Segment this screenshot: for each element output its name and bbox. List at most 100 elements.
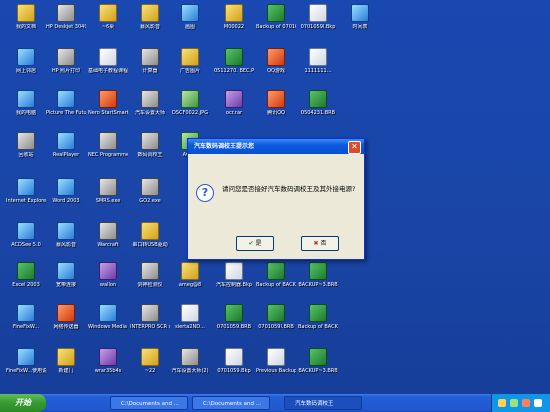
desktop-icon[interactable]: Windows Media Player [88,304,128,330]
desktop-icon[interactable]: 计算器 [130,48,170,74]
desktop-icon[interactable]: 暴风影音 [130,4,170,30]
desktop-icon[interactable]: wallon [88,262,128,288]
desktop-icon-label: 串口转USB驱动 [132,242,168,248]
desktop-icon-label: RealPlayer [52,152,80,158]
desktop-icon-label: Word 2003 [52,198,80,204]
desktop-icon[interactable]: 0701059l.BRB [256,304,296,330]
app-icon [99,262,117,280]
desktop-icon[interactable]: 0511270. BEC.PCB [214,48,254,74]
desktop-icon[interactable]: 网上邻居 [6,48,46,74]
desktop-icon[interactable]: 广告图片 [170,48,210,74]
desktop-icon[interactable]: 汽车设置大师 [130,90,170,116]
ie-icon [17,178,35,196]
document-icon [99,48,117,66]
desktop-icon[interactable]: HP Deskjet 3040 Ser... [46,4,86,30]
file-icon [267,348,285,366]
desktop-icon[interactable]: 时间表 [340,4,380,30]
desktop-icon[interactable]: Picture The Future(英) [46,90,86,116]
taskbar-item[interactable]: 汽车数码调校王 [284,396,362,410]
desktop-icon[interactable]: 1111111... [298,48,338,74]
desktop-icon[interactable]: 0504231.BRB [298,90,338,116]
desktop-icon[interactable]: SMRS.exe [88,178,128,204]
desktop-icon[interactable]: 我的文档 [6,4,46,30]
desktop-icon[interactable]: 基础电子教程课程测试 [88,48,128,74]
desktop-icon[interactable]: 回收站 [6,132,46,158]
desktop-icon[interactable]: Backup of BACKUP.PCB [256,262,296,288]
yes-button[interactable]: ✔ 是 [236,236,274,251]
desktop-icon[interactable]: 汽车控制器.Bkp [214,262,254,288]
taskbar-item[interactable]: C:\Documents and ... [192,396,270,410]
desktop-icon[interactable]: 画图 [170,4,210,30]
desktop-icon[interactable]: HP 照片打印 [46,48,86,74]
desktop-icon[interactable]: Warcraft [88,222,128,248]
desktop-icon-label: 网络传送器 [53,324,79,330]
desktop-icon[interactable]: 腾讯QQ [256,90,296,116]
desktop-icon-label: 0701059.BRB [216,324,252,330]
desktop-icon[interactable]: wrar35b4s [88,348,128,374]
desktop-icon[interactable]: ocr.rar [214,90,254,116]
game-icon [99,222,117,240]
desktop-icon[interactable]: QQ游戏 [256,48,296,74]
photo-print-icon [57,48,75,66]
desktop-icon[interactable]: 新建门 [46,348,86,374]
desktop-icon[interactable]: 数码调校王 [130,132,170,158]
desktop-icon[interactable]: Nero StartSmart [88,90,128,116]
exe-icon [99,178,117,196]
desktop-icon[interactable]: ameg@8 [170,262,210,288]
folder-icon [99,4,117,22]
desktop-icon[interactable]: Internet Explorer [6,178,46,204]
tray-icon[interactable] [498,399,506,407]
desktop-icon-label: INTERPRO SCR series [130,324,170,330]
desktop-icon[interactable]: 0701059.Bkp [214,348,254,374]
desktop-icon-label: 网上邻居 [15,68,36,74]
desktop-icon[interactable]: FineFixW... [6,304,46,330]
tray-icon[interactable] [510,399,518,407]
desktop-icon-label: 回收站 [18,152,34,158]
close-icon[interactable]: ✕ [348,141,361,154]
tool-icon [141,262,159,280]
desktop-icon[interactable]: 暴风影音 [46,222,86,248]
file-icon [225,348,243,366]
desktop-icon[interactable]: FineFixW...使用说明 [6,348,46,374]
desktop-icon[interactable]: 宽带连接 [46,262,86,288]
desktop-icon[interactable]: INTERPRO SCR series [130,304,170,330]
desktop-icon[interactable]: sierta2ND... [170,304,210,330]
question-icon: ? [196,184,214,202]
desktop-icon[interactable]: ~22 [130,348,170,374]
desktop-icon-label: BACKUP~3.BRB [298,368,338,374]
desktop-icon[interactable]: 剑神检测仪 [130,262,170,288]
desktop-icon[interactable]: BACKUP~3.BRB [298,348,338,374]
desktop-icon[interactable]: ~6桌 [88,4,128,30]
computer-icon [17,90,35,108]
network-icon [57,262,75,280]
desktop-icon[interactable]: 汽车设置大师(2) [170,348,210,374]
tray-icon[interactable] [522,399,530,407]
desktop-icon[interactable]: GO2.exe [130,178,170,204]
desktop-icon[interactable]: BACKUP~3.BRB [298,262,338,288]
desktop-icon[interactable]: 0701059.BRB [214,304,254,330]
desktop-icon[interactable]: Previous Backup o... [256,348,296,374]
desktop-icon-label: 计算器 [142,68,158,74]
desktop-icon-label: ameg@8 [178,282,202,288]
taskbar-item[interactable]: C:\Documents and ... [110,396,188,410]
desktop-icon[interactable]: Excel 2003 [6,262,46,288]
desktop-icon[interactable]: 网络传送器 [46,304,86,330]
desktop-icon[interactable]: DSCF0022.JPG [170,90,210,116]
desktop-icon-label: ocr.rar [225,110,243,116]
desktop-icon[interactable]: NEC Programmer [88,132,128,158]
desktop-icon[interactable]: Backup of BACKUP~3.BRB [298,304,338,330]
file-icon [225,262,243,280]
start-button[interactable]: 开始 [0,394,46,412]
desktop-icon[interactable]: 0701059l.Bkp [298,4,338,30]
desktop-icon[interactable]: Backup of 0701059.PCB [256,4,296,30]
tray-icon[interactable] [534,399,542,407]
desktop-icon[interactable]: 我的电脑 [6,90,46,116]
desktop-icon[interactable]: RealPlayer [46,132,86,158]
dialog-titlebar[interactable]: 汽车数码调校王提示您 ✕ [188,139,364,154]
desktop-icon[interactable]: M00022 [214,4,254,30]
desktop-icon[interactable]: Word 2003 [46,178,86,204]
no-button[interactable]: ✖ 否 [301,236,339,251]
desktop-icon[interactable]: ACDSee 5.0 [6,222,46,248]
desktop-icon[interactable]: 串口转USB驱动 [130,222,170,248]
pcb-file-icon [225,48,243,66]
